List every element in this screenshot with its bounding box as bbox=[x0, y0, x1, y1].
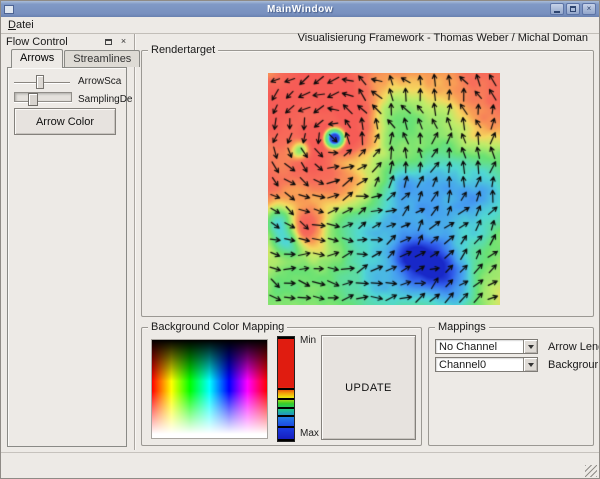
sampling-density-row: SamplingDe bbox=[8, 89, 126, 105]
close-icon: × bbox=[587, 5, 592, 13]
background-channel-value: Channel0 bbox=[439, 359, 486, 371]
background-channel-select[interactable]: Channel0 bbox=[435, 357, 538, 372]
arrow-length-channel-select[interactable]: No Channel bbox=[435, 339, 538, 354]
mappings-group: Mappings No Channel Arrow Lengt Channel0… bbox=[428, 327, 594, 446]
arrow-length-label: Arrow Lengt bbox=[548, 341, 600, 353]
rendertarget-group: Rendertarget bbox=[141, 50, 594, 317]
dock-flow-control: Flow Control × Arrows Streamlines ArrowS… bbox=[3, 35, 133, 449]
rendertarget-group-title: Rendertarget bbox=[148, 44, 218, 56]
background-color-mapping-title: Background Color Mapping bbox=[148, 321, 287, 333]
close-button[interactable]: × bbox=[582, 3, 596, 15]
arrow-scale-label: ArrowSca bbox=[78, 76, 121, 87]
maximize-icon bbox=[570, 6, 576, 12]
flow-field-canvas[interactable] bbox=[268, 73, 500, 305]
arrow-scale-slider-handle[interactable] bbox=[36, 75, 44, 89]
colorbar-tick[interactable] bbox=[278, 415, 294, 417]
sampling-density-slider-handle[interactable] bbox=[28, 93, 38, 106]
window-title: MainWindow bbox=[1, 4, 599, 15]
update-button[interactable]: UPDATE bbox=[321, 335, 416, 440]
credit-label: Visualisierung Framework - Thomas Weber … bbox=[298, 32, 588, 44]
resize-grip[interactable] bbox=[585, 465, 597, 477]
chevron-down-icon bbox=[528, 363, 534, 367]
menu-datei[interactable]: Datei bbox=[1, 18, 41, 32]
colorbar-tick[interactable] bbox=[278, 439, 294, 441]
color-picker-square[interactable] bbox=[151, 339, 268, 439]
tab-arrows[interactable]: Arrows bbox=[11, 49, 63, 68]
dock-buttons: × bbox=[103, 35, 129, 48]
window-controls: × bbox=[550, 3, 596, 15]
background-label: Backgrour bbox=[548, 359, 598, 371]
colorbar-tick[interactable] bbox=[278, 388, 294, 390]
close-icon: × bbox=[121, 37, 126, 46]
dock-close-button[interactable]: × bbox=[118, 36, 129, 47]
sampling-density-slider[interactable] bbox=[14, 92, 72, 102]
arrow-length-channel-value: No Channel bbox=[439, 341, 497, 353]
dock-float-button[interactable] bbox=[103, 36, 114, 47]
arrow-color-button[interactable]: Arrow Color bbox=[14, 108, 116, 135]
dock-splitter[interactable] bbox=[134, 34, 135, 450]
chevron-down-icon bbox=[528, 345, 534, 349]
background-color-mapping-group: Background Color Mapping Min Max UPDATE bbox=[141, 327, 422, 446]
maximize-button[interactable] bbox=[566, 3, 580, 15]
tab-streamlines[interactable]: Streamlines bbox=[64, 50, 140, 67]
main-window: MainWindow × Datei Flow Control × Arrows… bbox=[0, 0, 600, 479]
transfer-function-colorbar[interactable] bbox=[277, 336, 295, 442]
dock-title: Flow Control bbox=[6, 36, 68, 48]
dock-tabbar: Arrows Streamlines bbox=[11, 49, 141, 67]
colorbar-tick[interactable] bbox=[278, 426, 294, 428]
minimize-icon bbox=[554, 11, 560, 13]
mappings-group-title: Mappings bbox=[435, 321, 489, 333]
float-icon bbox=[105, 39, 112, 45]
minimize-button[interactable] bbox=[550, 3, 564, 15]
colorbar-min-label: Min bbox=[300, 335, 316, 346]
colorbar-tick[interactable] bbox=[278, 407, 294, 409]
colorbar-tick[interactable] bbox=[278, 398, 294, 400]
colorbar-tick[interactable] bbox=[278, 337, 294, 339]
status-bar bbox=[1, 452, 599, 479]
arrow-scale-row: ArrowSca bbox=[8, 74, 126, 90]
colorbar-max-label: Max bbox=[300, 428, 319, 439]
combo-dropdown-button[interactable] bbox=[523, 340, 537, 353]
sampling-density-label: SamplingDe bbox=[78, 94, 132, 105]
titlebar[interactable]: MainWindow × bbox=[1, 1, 599, 17]
dock-header[interactable]: Flow Control × bbox=[3, 35, 131, 48]
combo-dropdown-button[interactable] bbox=[523, 358, 537, 371]
arrows-tab-panel: ArrowSca SamplingDe Arrow Color bbox=[7, 67, 127, 447]
